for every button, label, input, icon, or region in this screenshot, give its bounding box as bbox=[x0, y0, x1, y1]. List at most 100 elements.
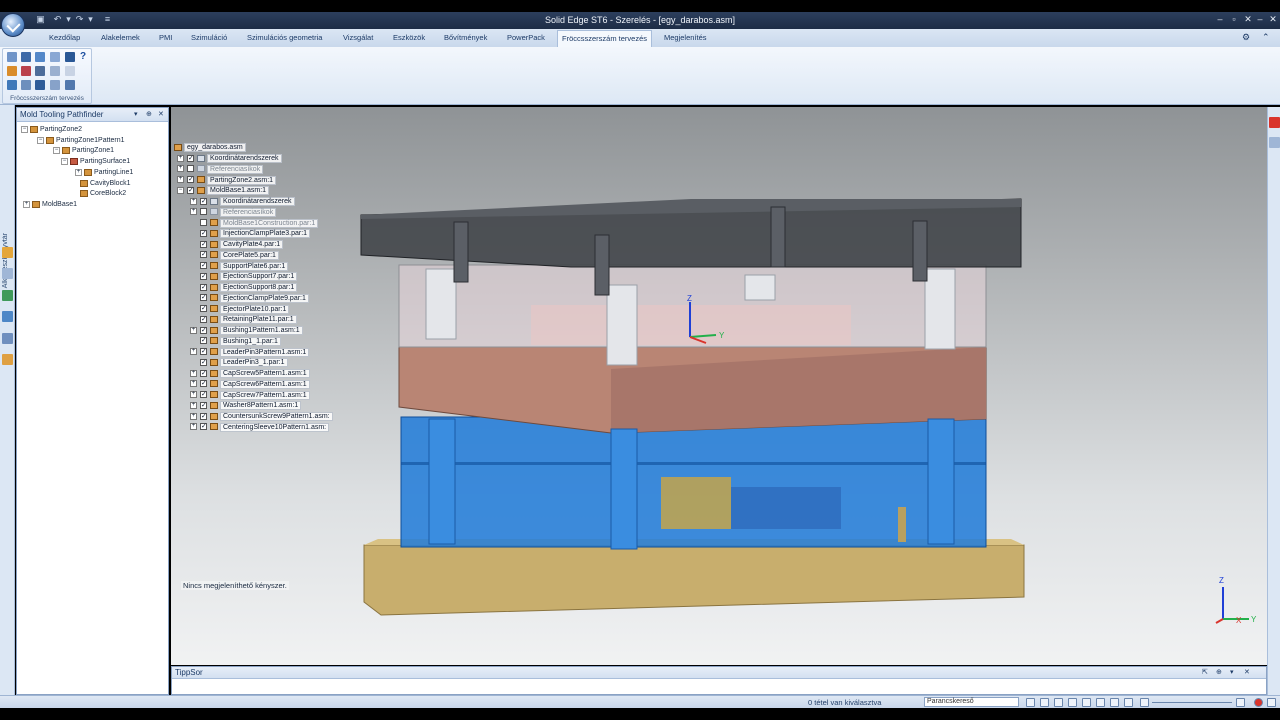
drawing-icon[interactable] bbox=[65, 80, 75, 90]
expand-icon[interactable]: + bbox=[190, 208, 197, 216]
tab-vizsgalat[interactable]: Vizsgálat bbox=[339, 32, 377, 43]
relationships-icon[interactable] bbox=[2, 333, 13, 344]
core-block[interactable] bbox=[661, 477, 731, 529]
component-icon[interactable] bbox=[50, 80, 60, 90]
tree-item[interactable]: ✓ CavityPlate4.par:1 bbox=[190, 240, 284, 250]
tree-item[interactable]: MoldBase1Construction.par:1 bbox=[190, 218, 319, 229]
collapse-icon[interactable]: − bbox=[61, 157, 68, 165]
close-panel-icon[interactable] bbox=[1269, 117, 1280, 128]
leader-pin[interactable] bbox=[425, 268, 457, 340]
tree-item[interactable]: CoreBlock2 bbox=[80, 189, 126, 199]
document-icon[interactable] bbox=[50, 52, 60, 62]
tree-item[interactable]: + ✓ Washer8Pattern1.asm:1 bbox=[190, 401, 302, 411]
select-tools-icon[interactable] bbox=[2, 354, 13, 365]
collapse-icon[interactable]: − bbox=[53, 146, 60, 154]
doc-close-icon[interactable]: ✕ bbox=[1267, 14, 1279, 25]
insert-icon[interactable] bbox=[65, 66, 75, 76]
tipsor-menu-icon[interactable]: ▾ bbox=[1230, 668, 1234, 676]
help-question-icon[interactable]: ? bbox=[80, 52, 90, 62]
tree-item[interactable]: ✓ EjectionSupport8.par:1 bbox=[190, 283, 298, 293]
tree-item[interactable]: ✓ RetainingPlate11.par:1 bbox=[190, 315, 297, 325]
tree-item[interactable]: ✓ EjectorPlate10.par:1 bbox=[190, 304, 290, 315]
visibility-checkbox[interactable]: ✓ bbox=[200, 380, 207, 388]
tool-icon[interactable] bbox=[65, 52, 75, 62]
layers-icon[interactable] bbox=[2, 268, 13, 279]
visibility-checkbox[interactable]: ✓ bbox=[200, 358, 207, 366]
pan-icon[interactable] bbox=[1068, 698, 1077, 707]
expand-icon[interactable]: + bbox=[75, 168, 82, 176]
tab-froccsszerszam-tervezes[interactable]: Fröccsszerszám tervezés bbox=[557, 30, 653, 47]
application-button[interactable] bbox=[1, 13, 25, 37]
close-icon[interactable]: ✕ bbox=[1242, 14, 1254, 25]
tree-item[interactable]: ✓ SupportPlate6.par:1 bbox=[190, 261, 289, 272]
bushing[interactable] bbox=[927, 418, 955, 545]
ejector-icon[interactable] bbox=[21, 80, 31, 90]
tree-item[interactable]: + ✓ CapScrew6Pattern1.asm:1 bbox=[190, 379, 310, 390]
tab-bovitmenyek[interactable]: Bővítmények bbox=[440, 32, 491, 43]
tree-item[interactable]: − ✓ MoldBase1.asm:1 bbox=[177, 186, 270, 196]
tree-item[interactable]: + ✓ CountersunkScrew9Pattern1.asm: bbox=[190, 412, 333, 422]
rotate-icon[interactable] bbox=[1082, 698, 1091, 707]
cap-screw[interactable] bbox=[912, 220, 928, 282]
help-icon[interactable]: ⚙ bbox=[1238, 31, 1254, 44]
cap-screw[interactable] bbox=[770, 206, 786, 268]
tree-item[interactable]: + ✓ CenteringSleeve10Pattern1.asm: bbox=[190, 422, 330, 433]
ejector-plate[interactable] bbox=[731, 487, 841, 529]
tab-szimulacio[interactable]: Szimuláció bbox=[187, 32, 231, 43]
pin-icon[interactable]: ⊕ bbox=[146, 110, 152, 118]
zoom-in-icon[interactable] bbox=[1236, 698, 1245, 707]
tree-item[interactable]: + ✓ CapScrew5Pattern1.asm:1 bbox=[190, 369, 310, 379]
tree-item[interactable]: − PartingZone1Pattern1 bbox=[37, 136, 125, 146]
expand-icon[interactable]: + bbox=[190, 326, 197, 334]
cap-screw[interactable] bbox=[594, 234, 610, 296]
tree-item[interactable]: ✓ EjectionSupport7.par:1 bbox=[190, 272, 298, 282]
visibility-checkbox[interactable]: ✓ bbox=[200, 348, 207, 356]
tab-szimulacios-geometria[interactable]: Szimulációs geometria bbox=[243, 32, 326, 43]
tab-kezdolap[interactable]: Kezdőlap bbox=[45, 32, 84, 43]
tree-item[interactable]: + ✓ PartingZone2.asm:1 bbox=[177, 175, 277, 186]
visibility-checkbox[interactable]: ✓ bbox=[200, 283, 207, 291]
centering-sleeve[interactable] bbox=[898, 507, 906, 542]
expand-icon[interactable]: + bbox=[190, 380, 197, 388]
tree-item[interactable]: + Referenciasíkok bbox=[190, 207, 277, 218]
tipsor-close-icon[interactable]: ✕ bbox=[1244, 668, 1250, 676]
visibility-checkbox[interactable]: ✓ bbox=[200, 294, 207, 302]
collapse-icon[interactable]: − bbox=[21, 125, 28, 133]
visibility-checkbox[interactable]: ✓ bbox=[200, 391, 207, 399]
tree-item[interactable]: + ✓ Bushing1Pattern1.asm:1 bbox=[190, 326, 303, 336]
tree-item[interactable]: − PartingSurface1 bbox=[61, 157, 130, 167]
ribbon-collapse-icon[interactable]: ⌃ bbox=[1258, 31, 1274, 44]
mold-base-icon[interactable] bbox=[7, 80, 17, 90]
mold-wizard-icon[interactable] bbox=[7, 52, 17, 62]
visibility-checkbox[interactable]: ✓ bbox=[200, 251, 207, 259]
visibility-checkbox[interactable]: ✓ bbox=[200, 197, 207, 205]
visibility-checkbox[interactable] bbox=[187, 165, 194, 173]
parts-library-tab[interactable]: Alkatrészkönyvtár bbox=[2, 233, 9, 288]
cooling-icon[interactable] bbox=[35, 80, 45, 90]
expand-icon[interactable]: + bbox=[190, 412, 197, 420]
tipsor-pin-icon[interactable]: ⊕ bbox=[1216, 668, 1222, 676]
tree-item[interactable]: + MoldBase1 bbox=[23, 200, 77, 210]
visibility-checkbox[interactable]: ✓ bbox=[187, 154, 194, 162]
visibility-checkbox[interactable]: ✓ bbox=[200, 315, 207, 323]
visibility-checkbox[interactable]: ✓ bbox=[200, 369, 207, 377]
features-icon[interactable] bbox=[2, 290, 13, 301]
visibility-checkbox[interactable]: ✓ bbox=[200, 423, 207, 431]
zoom-area-icon[interactable] bbox=[1026, 698, 1035, 707]
cap-screw[interactable] bbox=[453, 221, 469, 283]
sensors-icon[interactable] bbox=[2, 311, 13, 322]
shrinkage-icon[interactable] bbox=[35, 52, 45, 62]
tree-item[interactable]: CavityBlock1 bbox=[80, 179, 130, 189]
properties-icon[interactable] bbox=[1269, 137, 1280, 148]
pathfinder-menu-icon[interactable]: ▾ bbox=[134, 110, 138, 118]
visibility-checkbox[interactable] bbox=[200, 219, 207, 227]
visibility-checkbox[interactable]: ✓ bbox=[200, 412, 207, 420]
tab-alakelemek[interactable]: Alakelemek bbox=[97, 32, 144, 43]
collapse-icon[interactable]: − bbox=[37, 136, 44, 144]
visibility-checkbox[interactable]: ✓ bbox=[200, 337, 207, 345]
visibility-checkbox[interactable]: ✓ bbox=[200, 229, 207, 237]
part-setup-icon[interactable] bbox=[21, 52, 31, 62]
parting-surface-icon[interactable] bbox=[21, 66, 31, 76]
tree-item[interactable]: + PartingLine1 bbox=[75, 168, 133, 178]
expand-icon[interactable]: + bbox=[190, 423, 197, 431]
